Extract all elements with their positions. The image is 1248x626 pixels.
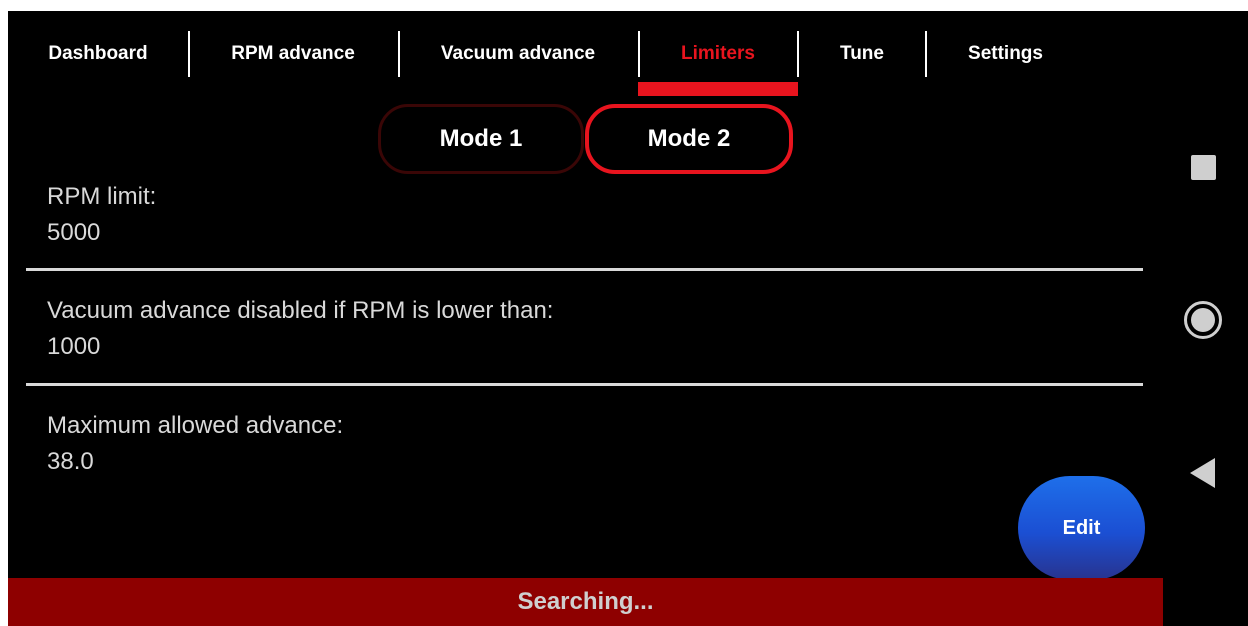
setting-label: Maximum allowed advance: — [47, 412, 344, 439]
edit-button[interactable]: Edit — [1018, 476, 1145, 580]
app-screen: Dashboard RPM advance Vacuum advance Lim… — [8, 11, 1248, 626]
list-divider — [26, 268, 1143, 271]
home-circle-inner — [1191, 308, 1215, 332]
setting-label: Vacuum advance disabled if RPM is lower … — [47, 297, 554, 324]
tab-dashboard[interactable]: Dashboard — [28, 31, 168, 77]
tab-settings[interactable]: Settings — [938, 31, 1073, 77]
setting-value: 5000 — [47, 219, 101, 246]
setting-value: 38.0 — [47, 448, 94, 475]
list-divider — [26, 383, 1143, 386]
tab-divider — [398, 31, 400, 77]
setting-value: 1000 — [47, 333, 101, 360]
status-text: Searching... — [517, 588, 654, 615]
tab-divider — [638, 31, 640, 77]
tab-bar: Dashboard RPM advance Vacuum advance Lim… — [8, 11, 1163, 99]
setting-vacuum-disable-rpm[interactable]: Vacuum advance disabled if RPM is lower … — [47, 293, 553, 365]
recent-apps-square-icon[interactable] — [1191, 155, 1216, 180]
tab-tune[interactable]: Tune — [808, 31, 916, 77]
tab-vacuum-advance[interactable]: Vacuum advance — [418, 31, 618, 77]
active-tab-indicator — [638, 82, 798, 96]
setting-rpm-limit[interactable]: RPM limit: 5000 — [47, 179, 156, 251]
setting-max-advance[interactable]: Maximum allowed advance: 38.0 — [47, 408, 343, 480]
mode-2-button[interactable]: Mode 2 — [585, 104, 793, 174]
tab-divider — [188, 31, 190, 77]
connection-status-bar: Searching... — [8, 578, 1163, 626]
home-circle-icon[interactable] — [1184, 301, 1222, 339]
tab-limiters[interactable]: Limiters — [648, 31, 788, 77]
setting-label: RPM limit: — [47, 183, 157, 210]
mode-1-button[interactable]: Mode 1 — [378, 104, 584, 174]
tab-divider — [925, 31, 927, 77]
tab-rpm-advance[interactable]: RPM advance — [203, 31, 383, 77]
back-triangle-icon[interactable] — [1190, 458, 1215, 488]
tab-divider — [797, 31, 799, 77]
